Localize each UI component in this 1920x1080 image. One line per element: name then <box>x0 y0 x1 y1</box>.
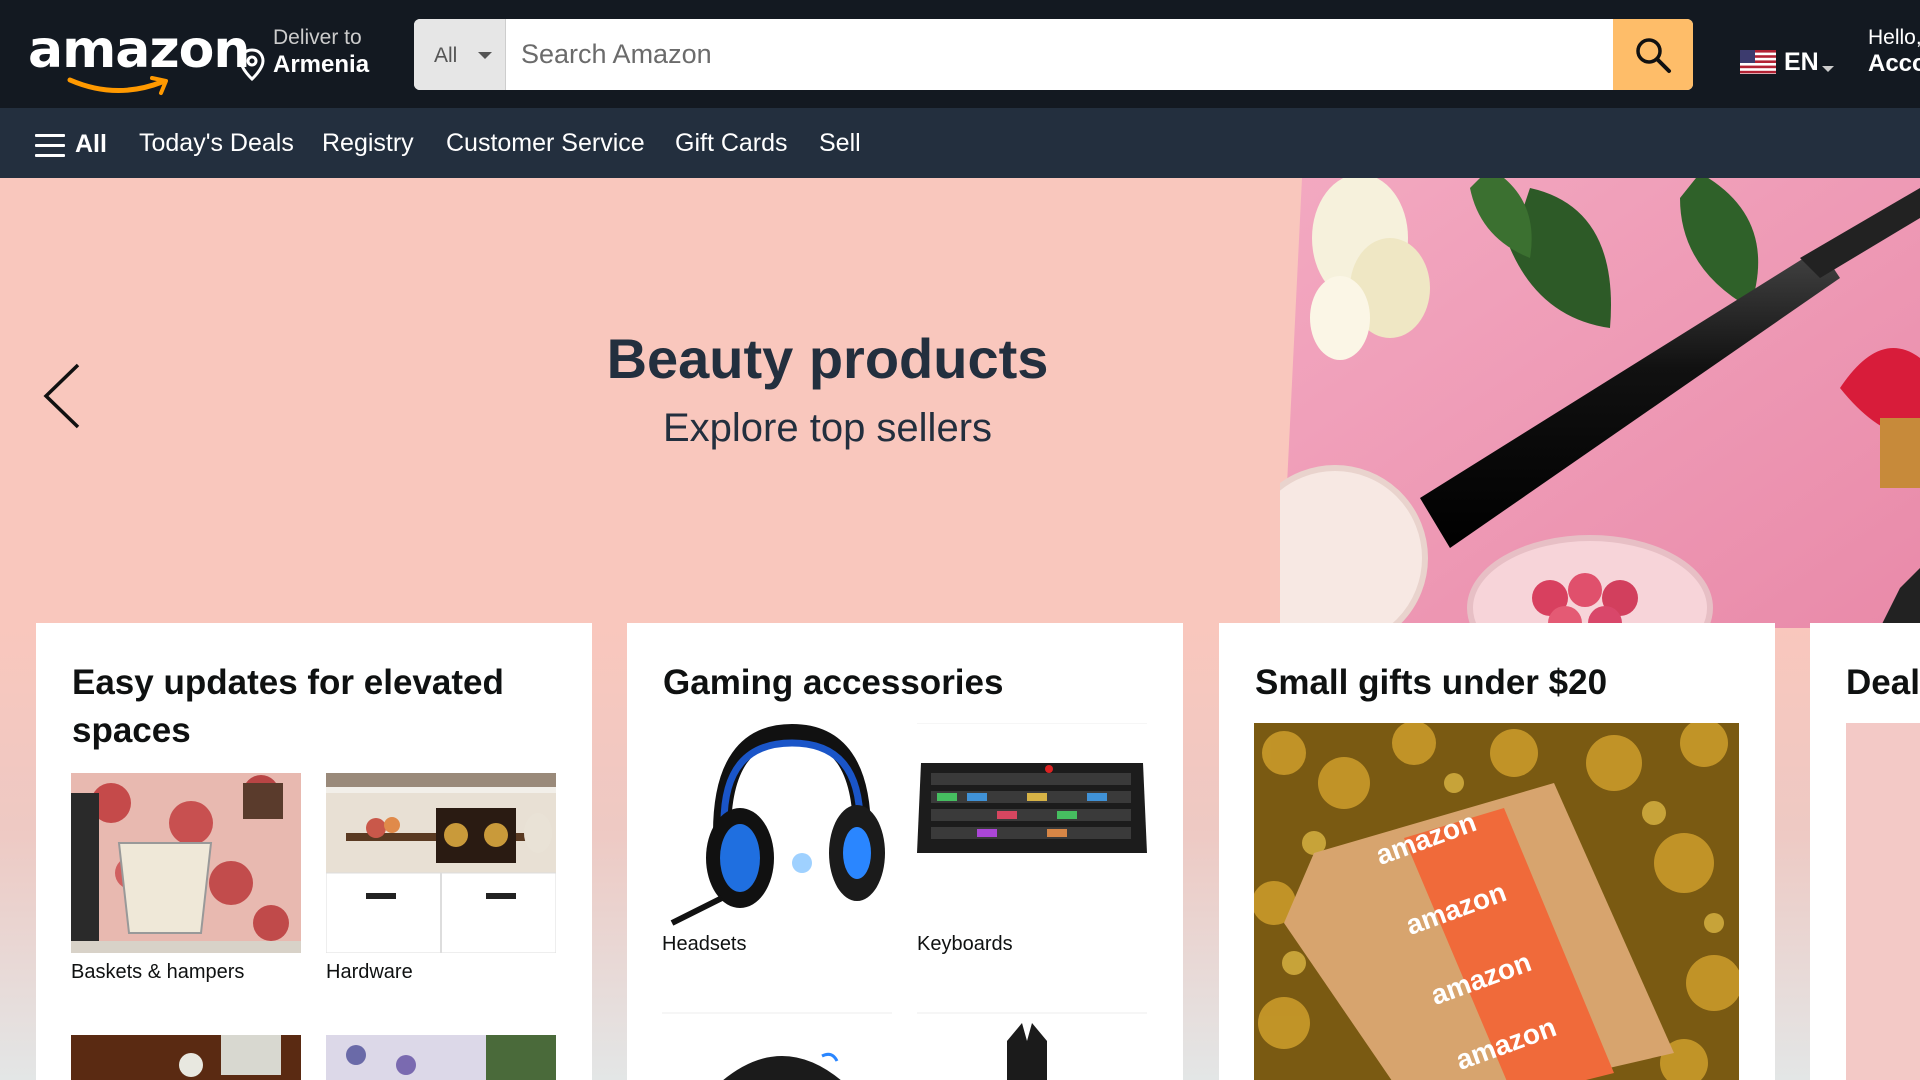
nav-item-todays-deals[interactable]: Today's Deals <box>139 129 294 158</box>
nav-item-customer-service[interactable]: Customer Service <box>446 129 645 158</box>
card-small-gifts: Small gifts under $20 amazon amazon amaz… <box>1219 623 1775 1080</box>
account-lists-label: Account & Lists <box>1868 50 1920 77</box>
mouse-image <box>662 1011 892 1080</box>
us-flag-icon <box>1740 50 1776 74</box>
account-menu[interactable]: Hello, sign in Account & Lists <box>1868 26 1920 78</box>
beauty-products-banner-image[interactable] <box>1280 178 1920 628</box>
card-deals: Deal <box>1810 623 1920 1080</box>
wallpaper-image <box>326 1035 556 1080</box>
account-greeting: Hello, sign in <box>1868 26 1920 49</box>
location-pin-icon <box>239 48 265 82</box>
tile-bottom-left[interactable] <box>71 1035 301 1080</box>
search-category-label: All <box>434 44 458 67</box>
secondary-navigation: All Today's Deals Registry Customer Serv… <box>0 108 1920 178</box>
tile-hardware[interactable]: Hardware <box>326 773 556 993</box>
card-title[interactable]: Deal <box>1846 659 1920 707</box>
hero-subtitle: Explore top sellers <box>662 406 993 450</box>
gaming-chair-image <box>917 1011 1147 1080</box>
deliver-to-location[interactable]: Deliver to Armenia <box>238 26 378 86</box>
tile-label: Keyboards <box>917 933 1013 955</box>
search-input[interactable] <box>506 19 1613 90</box>
card-title[interactable]: Small gifts under $20 <box>1255 659 1755 707</box>
logo-text: amazon <box>28 20 250 80</box>
caret-down-icon <box>1822 66 1834 72</box>
nav-item-registry[interactable]: Registry <box>322 129 414 158</box>
card-gaming-accessories: Gaming accessories Headsets Keyboards <box>627 623 1183 1080</box>
tile-label: Hardware <box>326 961 413 983</box>
amazon-logo[interactable]: amazon <box>28 20 250 95</box>
search-category-dropdown[interactable]: All <box>414 19 506 90</box>
hero-title: Beauty products <box>606 327 1049 390</box>
carousel-previous-button[interactable] <box>38 361 88 431</box>
tile-label: Baskets & hampers <box>71 961 245 983</box>
card-title[interactable]: Easy updates for elevated spaces <box>72 659 572 755</box>
tile-bottom-right[interactable] <box>326 1035 556 1080</box>
caret-down-icon <box>478 52 492 59</box>
search-button[interactable] <box>1613 19 1693 90</box>
search-icon <box>1636 38 1671 73</box>
tile-mice[interactable] <box>662 1011 892 1080</box>
top-navigation-bar: amazon Deliver to Armenia All Search Ama… <box>0 0 1920 108</box>
nav-item-gift-cards[interactable]: Gift Cards <box>675 129 788 158</box>
tile-label: Headsets <box>662 933 747 955</box>
baskets-hampers-image <box>71 773 301 953</box>
nav-item-sell[interactable]: Sell <box>819 129 861 158</box>
card-title[interactable]: Gaming accessories <box>663 659 1163 707</box>
tile-gift-box[interactable]: amazon amazon amazon amazon <box>1254 723 1739 1080</box>
language-selector[interactable]: EN <box>1740 46 1840 80</box>
deliver-to-label: Deliver to <box>273 26 362 49</box>
tile-chairs[interactable] <box>917 1011 1147 1080</box>
tile-keyboards[interactable]: Keyboards <box>917 723 1147 958</box>
card-easy-updates: Easy updates for elevated spaces Baskets… <box>36 623 592 1080</box>
keyboard-image <box>917 723 1147 928</box>
language-label: EN <box>1784 48 1819 76</box>
hamburger-menu-icon <box>35 134 65 158</box>
hardware-image <box>326 773 556 953</box>
all-menu-label: All <box>75 130 107 158</box>
deliver-location: Armenia <box>273 51 370 78</box>
tile-headsets[interactable]: Headsets <box>662 723 892 958</box>
all-menu-button[interactable]: All <box>35 130 109 160</box>
tile-deal-image[interactable] <box>1846 723 1920 1080</box>
tile-baskets-hampers[interactable]: Baskets & hampers <box>71 773 301 993</box>
room-decor-image <box>71 1035 301 1080</box>
search-bar: All <box>414 19 1693 90</box>
headset-image <box>662 723 892 928</box>
logo-smile-icon <box>67 76 168 95</box>
